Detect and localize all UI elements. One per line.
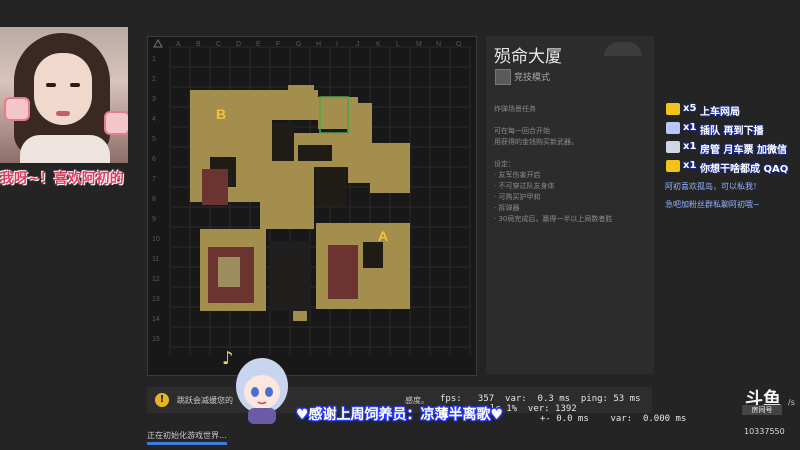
site-b-label: B: [216, 106, 226, 122]
map-row-label: 5: [152, 136, 156, 143]
game-mode-icon: [495, 69, 511, 85]
chat-gift-message: 插队 再到下播: [700, 126, 764, 137]
description-line: · 拆弹器: [494, 204, 520, 212]
map-row-labels: 123456789101112131415: [152, 56, 160, 343]
map-row-label: 13: [152, 296, 160, 303]
chat-gift-count: x5: [683, 103, 697, 114]
gift-icon: [666, 141, 680, 153]
map-column-label: O: [456, 41, 462, 48]
thanks-banner: ♥感谢上周饲养员：凉薄半离歌♥: [296, 407, 504, 423]
map-column-label: G: [296, 41, 301, 48]
heart-sticker-icon: [104, 111, 128, 135]
webcam-eye: [70, 83, 80, 87]
site-a-label: A: [378, 228, 388, 244]
chat-gift-count: x1: [683, 122, 697, 133]
map-overview-panel: ABCDEFGHIJKLMNO 1 2 3 4 5 6 7 8 9 10 11 12 13 14 15: [147, 36, 477, 376]
description-line: 可在每一回合开始: [494, 127, 550, 135]
map-row-label: 14: [152, 316, 160, 323]
map-column-label: H: [316, 41, 321, 48]
description-line: 炸弹场景任务: [494, 105, 536, 113]
map-row-label: 3: [152, 96, 156, 103]
map-column-label: E: [256, 41, 261, 48]
gift-icon: [666, 103, 680, 115]
north-arrow-icon: [153, 38, 163, 48]
map-column-labels: A B C D E F G H I J K L M N O: [176, 41, 462, 48]
map-column-label: K: [376, 41, 381, 48]
webcam-feed: [0, 27, 128, 163]
webcam-eye: [46, 83, 56, 87]
map-column-label: M: [416, 41, 422, 48]
webcam-body: [20, 135, 110, 163]
game-logo-icon: [604, 42, 642, 56]
game-mode: 竞技模式: [514, 73, 551, 83]
loading-progress-bar: [147, 442, 227, 445]
map-row-label: 8: [152, 196, 156, 203]
map-row-label: 10: [152, 236, 160, 243]
chat-message-small: 急吧加粉丝群私聊阿初哦~: [665, 200, 760, 209]
map-column-label: N: [436, 41, 441, 48]
map-name: 殒命大厦: [494, 47, 562, 67]
room-id: 10337550: [744, 427, 785, 436]
map-row-label: 4: [152, 116, 156, 123]
heart-sticker-icon: [4, 97, 30, 121]
description-line: 设定：: [494, 160, 515, 168]
chat-gift-count: x1: [683, 141, 697, 152]
chat-gift-count: x1: [683, 160, 697, 171]
map-row-label: 15: [152, 336, 160, 343]
map-row-label: 6: [152, 156, 156, 163]
map-column-label: A: [176, 41, 181, 48]
map-row-label: 12: [152, 276, 160, 283]
chat-message-small: 阿初喜欢孤岛，可以私我！: [665, 182, 761, 191]
map-row-label: 7: [152, 176, 156, 183]
map-column-label: B: [196, 41, 201, 48]
description-line: · 不可穿过队友身体: [494, 182, 555, 190]
map-column-label: L: [396, 41, 400, 48]
map-column-label: F: [276, 41, 280, 48]
map-info-panel: 殒命大厦 竞技模式 炸弹场景任务可在每一回合开始用获得的金钱购买新武器。 设定： ·…: [486, 36, 654, 374]
map-column-label: D: [236, 41, 241, 48]
description-line: · 30局完成后，赢得一半以上局数者胜: [494, 215, 613, 223]
webcam-marquee: 我呀~！喜欢阿初的: [0, 171, 124, 187]
chat-gift-message: 房管 月车票 加微信: [700, 145, 787, 156]
tip-text: 跳跃会减缓您的: [177, 396, 233, 405]
loading-status: 正在初始化游戏世界...: [147, 431, 227, 440]
description-line: 用获得的金钱购买新武器。: [494, 138, 578, 146]
map-column-label: C: [216, 41, 221, 48]
gift-icon: [666, 160, 680, 172]
webcam-mouth: [56, 111, 70, 116]
description-line: · 可购买护甲和: [494, 193, 541, 201]
map-row-label: 1: [152, 56, 156, 63]
stream-logo: 斗鱼 房间号: [738, 385, 788, 423]
map-row-label: 2: [152, 76, 156, 83]
description-line: · 友军伤害开启: [494, 171, 541, 179]
map-svg: ABCDEFGHIJKLMNO 123456789101112131415 B …: [152, 38, 471, 355]
edge-text: /s: [788, 398, 795, 407]
info-icon: !: [155, 393, 169, 407]
map-row-label: 11: [152, 256, 159, 263]
map-column-label: J: [356, 41, 360, 48]
room-label: 房间号: [742, 405, 782, 415]
chat-gift-message: 你想干啥都成 QAQ: [700, 164, 789, 175]
map-row-label: 9: [152, 216, 156, 223]
gift-icon: [666, 122, 680, 134]
map-column-label: I: [336, 41, 338, 48]
net-graph-line: fps: 357 var: 0.3 ms ping: 53 ms: [440, 394, 641, 404]
chat-gift-message: 上车网局: [700, 107, 740, 118]
anime-mascot-sticker: [236, 358, 288, 424]
